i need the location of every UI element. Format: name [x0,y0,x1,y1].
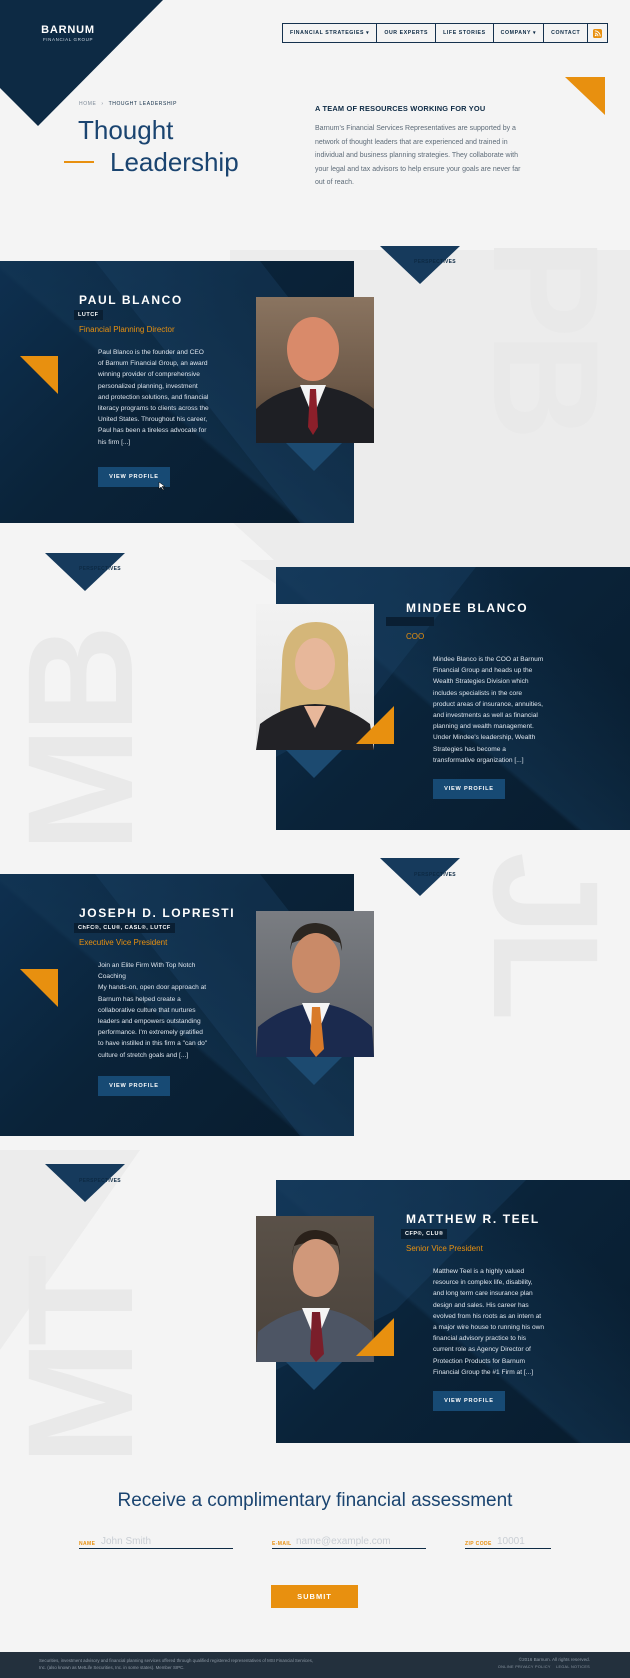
expert-role: Financial Planning Director [79,325,175,334]
nav-financial-strategies[interactable]: FINANCIAL STRATEGIES ▾ [283,24,378,42]
expert-credentials [386,617,434,626]
view-profile-button[interactable]: VIEW PROFILE [433,1391,505,1411]
breadcrumb-home[interactable]: HOME [79,101,96,107]
submit-button[interactable]: SUBMIT [271,1585,358,1608]
expert-bio: Join an Elite Firm With Top Notch Coachi… [98,962,208,1059]
breadcrumb: HOME › THOUGHT LEADERSHIP [79,101,177,107]
expert-credentials: ChFC®, CLU®, CASL®, LUTCF [74,923,175,933]
expert-bio: Paul Blanco is the founder and CEO of Ba… [98,349,209,446]
nav-contact[interactable]: CONTACT [544,24,589,42]
photo-triangle [286,443,342,471]
page-title-line1: Thought [78,115,174,145]
logo[interactable]: BARNUM FINANCIAL GROUP [38,24,98,42]
expert-bio: Matthew Teel is a highly valued resource… [433,1268,545,1376]
logo-subtitle: FINANCIAL GROUP [42,37,94,42]
logo-wordmark: BARNUM [41,24,95,36]
perspectives-label-2[interactable]: PERSPECTIVES [79,566,121,572]
email-field[interactable] [272,1535,426,1549]
view-profile-button[interactable]: VIEW PROFILE [433,779,505,799]
title-dash [64,161,94,163]
expert-role: COO [406,632,425,641]
accent-triangle [565,77,605,115]
breadcrumb-current: THOUGHT LEADERSHIP [108,101,178,107]
initials-jl: JL [462,852,630,1016]
photo-accent-triangle [356,706,394,744]
nav-our-experts[interactable]: OUR EXPERTS [377,24,437,42]
expert-credentials: LUTCF [74,310,103,320]
intro-heading: A TEAM OF RESOURCES WORKING FOR YOU [315,104,486,113]
footer-copyright: ©2016 Barnum. All rights reserved. [518,1657,590,1662]
photo-accent-triangle [356,1318,394,1356]
breadcrumb-separator: › [101,101,104,107]
view-profile-button[interactable]: VIEW PROFILE [98,1076,170,1096]
expert-name[interactable]: MINDEE BLANCO [406,601,528,615]
page-title-line2: Leadership [64,146,239,178]
main-nav: FINANCIAL STRATEGIES ▾ OUR EXPERTS LIFE … [282,23,609,43]
rss-icon[interactable] [588,24,607,42]
footer-disclaimer: Securities, investment advisory and fina… [39,1658,313,1670]
expert-name[interactable]: MATTHEW R. TEEL [406,1212,540,1226]
perspectives-label-1[interactable]: PERSPECTIVES [414,259,456,265]
initials-mb: MB [0,630,164,852]
expert-bio: Mindee Blanco is the COO at Barnum Finan… [433,656,544,764]
form-heading: Receive a complimentary financial assess… [117,1490,513,1511]
footer: Securities, investment advisory and fina… [0,1652,630,1678]
expert-role: Executive Vice President [79,938,168,947]
photo-triangle [286,750,342,778]
page-title: Thought Leadership [64,114,239,178]
expert-photo[interactable] [256,911,374,1057]
intro-text: Barnum's Financial Services Representati… [315,125,521,187]
expert-credentials: CFP®, CLU® [401,1229,448,1239]
perspectives-marker-1 [380,246,460,284]
nav-company[interactable]: COMPANY ▾ [494,24,545,42]
perspectives-marker-2 [45,553,125,591]
perspectives-label-4[interactable]: PERSPECTIVES [79,1178,121,1184]
photo-triangle [286,1057,342,1085]
initials-pb: PB [462,238,630,435]
expert-role: Senior Vice President [406,1244,483,1253]
photo-triangle [286,1362,342,1390]
footer-links[interactable]: ONLINE PRIVACY POLICY LEGAL NOTICES [498,1665,590,1669]
accent-triangle [20,356,58,394]
expert-name[interactable]: JOSEPH D. LOPRESTI [79,906,235,920]
name-field[interactable] [79,1535,233,1549]
cursor-icon [158,481,166,491]
accent-triangle [20,969,58,1007]
initials-mt: MT [0,1260,164,1465]
expert-photo[interactable] [256,297,374,443]
expert-name[interactable]: PAUL BLANCO [79,293,183,307]
zip-field[interactable] [465,1535,551,1549]
nav-life-stories[interactable]: LIFE STORIES [436,24,494,42]
logo-triangle [0,0,163,126]
perspectives-label-3[interactable]: PERSPECTIVES [414,872,456,878]
